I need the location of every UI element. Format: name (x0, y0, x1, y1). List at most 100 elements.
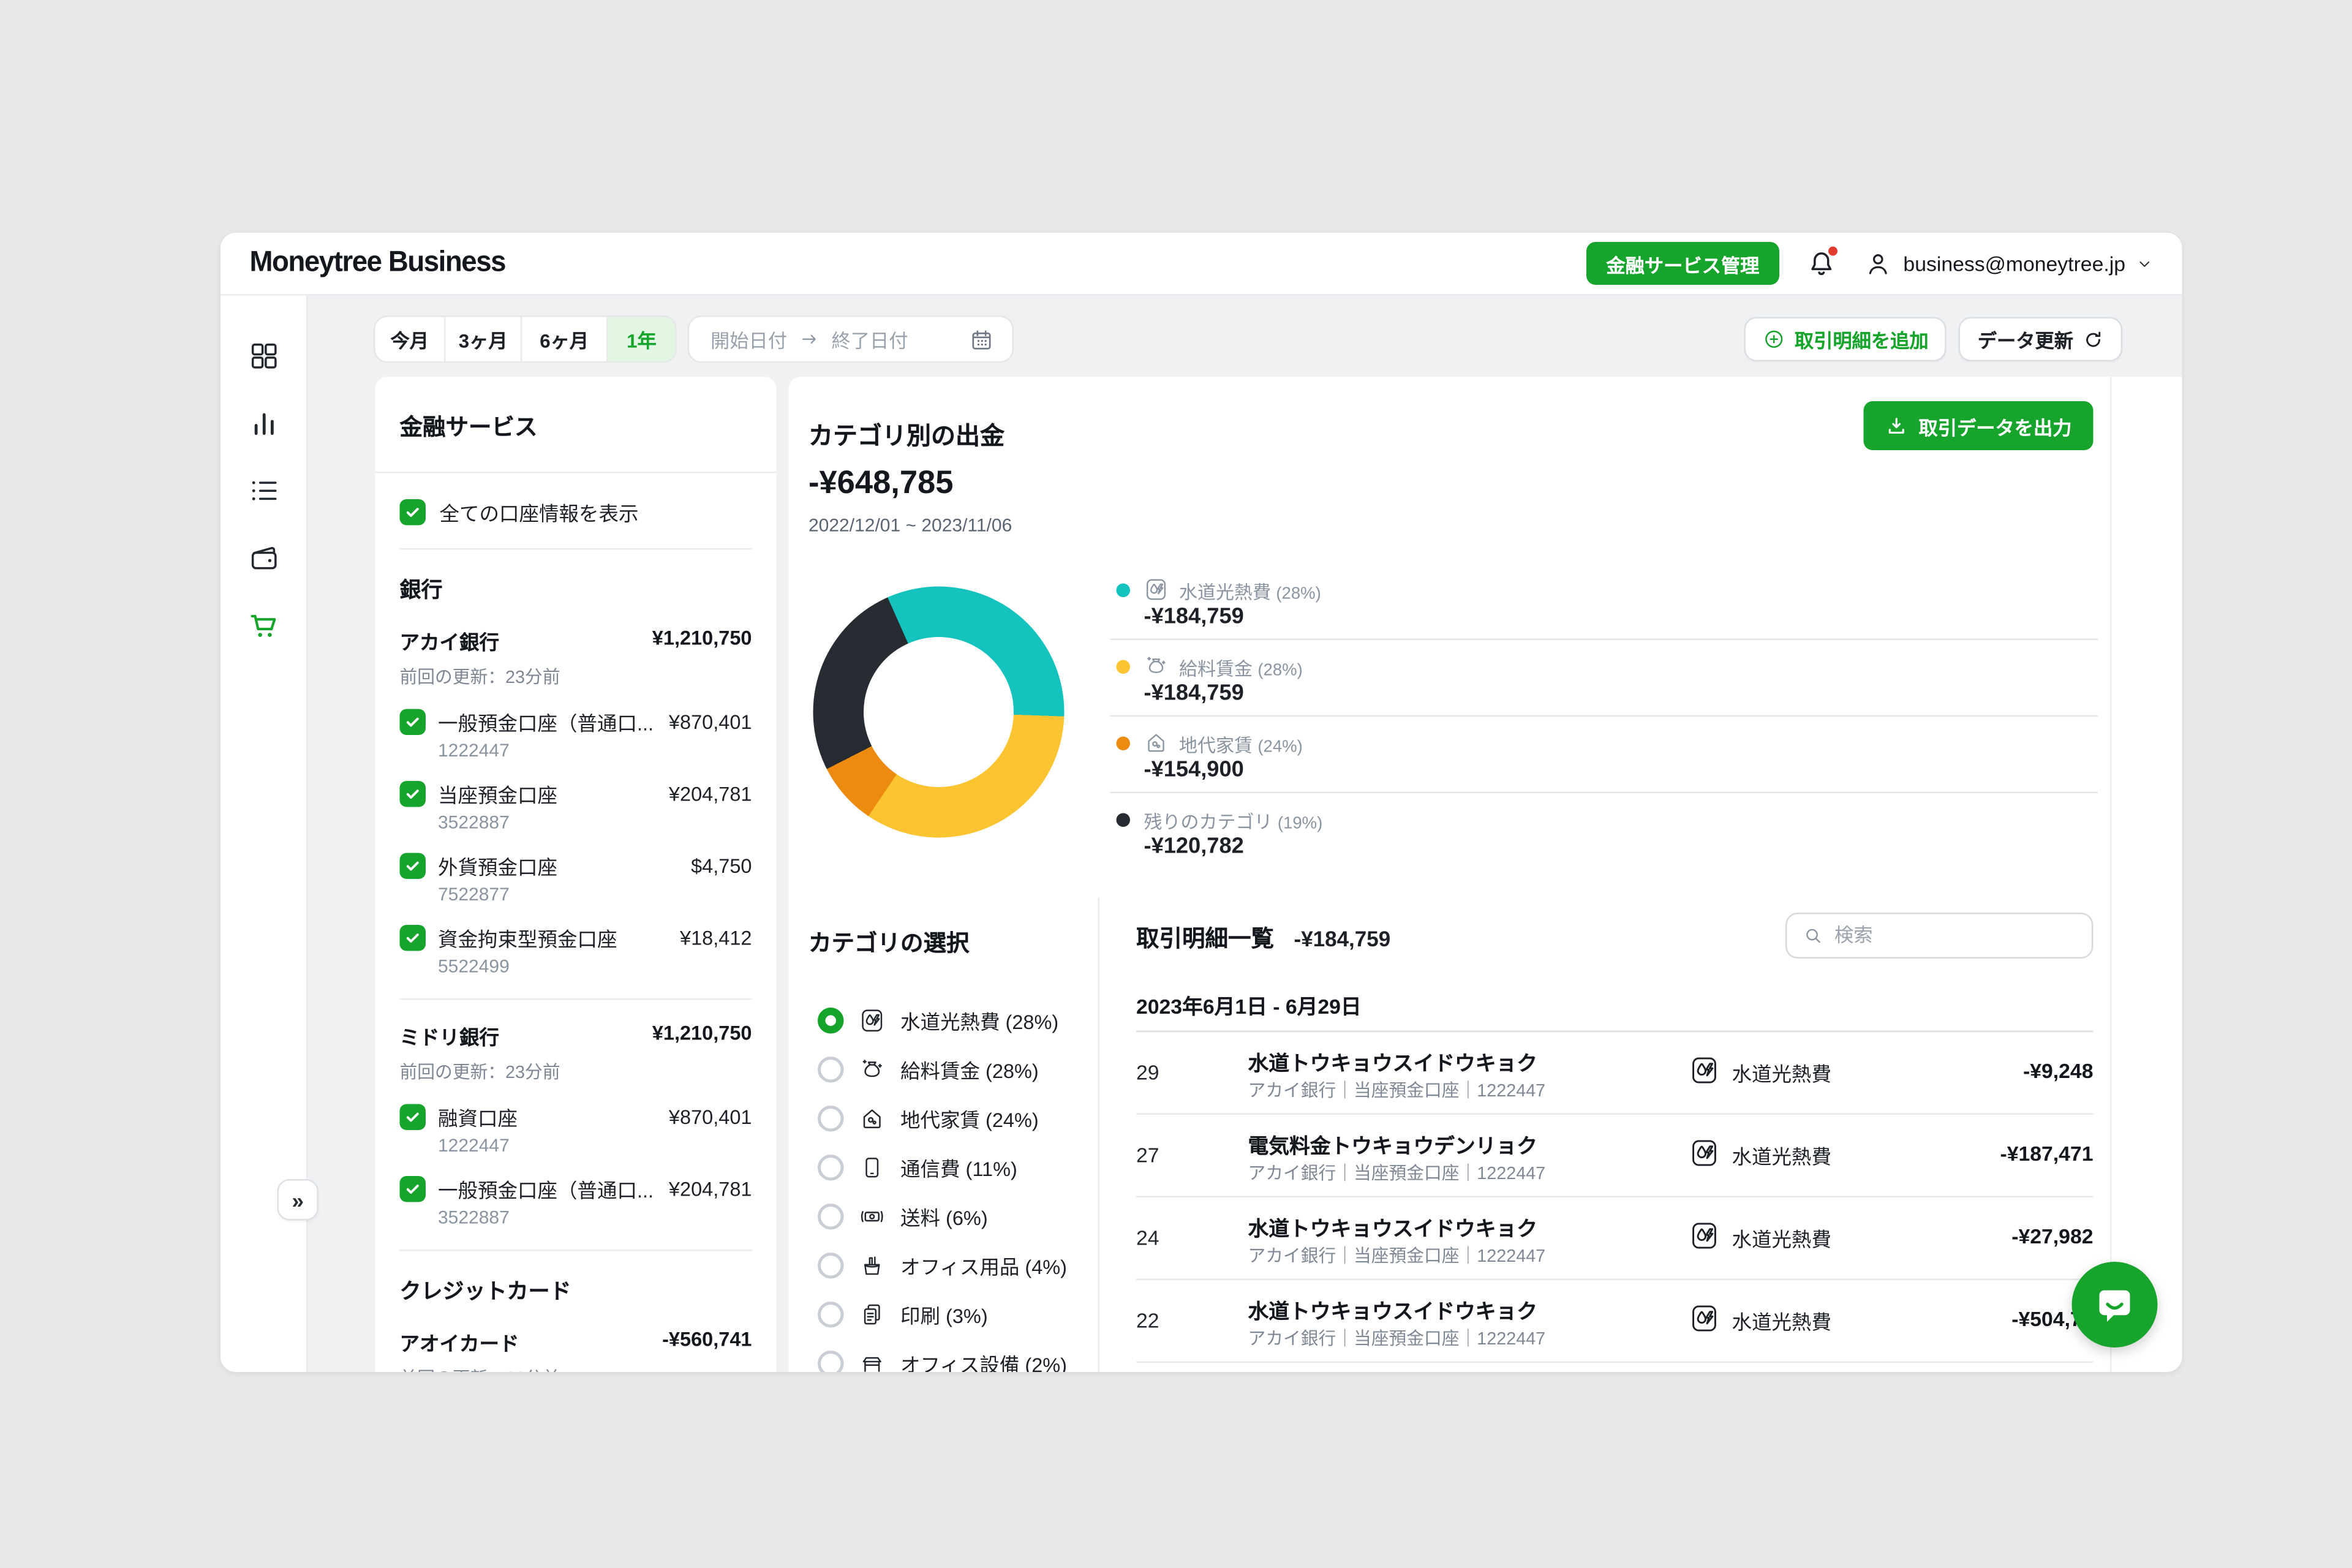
chart-legend: 水道光熱費 (28%) -¥184,759 給料賃金 (28%) -¥184,7… (1110, 564, 2098, 870)
water-energy-icon (1689, 1055, 1720, 1089)
show-all-checkbox[interactable] (400, 499, 426, 526)
export-transactions-button[interactable]: 取引データを出力 (1863, 401, 2093, 450)
office-equipment-icon (859, 1350, 886, 1372)
scrollbar-gutter[interactable] (2110, 377, 2182, 1372)
calendar-icon (970, 327, 994, 352)
legend-dot (1117, 737, 1131, 751)
legend-amount: -¥184,759 (1144, 682, 1244, 706)
notification-dot (1826, 244, 1839, 257)
account-checkbox[interactable] (400, 709, 426, 736)
category-radio[interactable] (818, 1350, 844, 1372)
category-option[interactable]: 地代家賃 (24%) (789, 1093, 1098, 1142)
legend-dot (1117, 660, 1131, 674)
show-all-accounts-row[interactable]: 全ての口座情報を表示 (400, 498, 752, 527)
search-icon (1803, 925, 1824, 946)
search-input[interactable] (1834, 925, 2076, 946)
sidebar-item-list-icon[interactable] (247, 475, 280, 507)
content-area: 今月 3ヶ月 6ヶ月 1年 開始日付 終了日付 取引明細を追加 (308, 296, 2182, 1373)
account-checkbox[interactable] (400, 1176, 426, 1202)
legend-label: 地代家賃 (1179, 735, 1253, 756)
divider (400, 998, 752, 1000)
manage-financial-services-button[interactable]: 金融サービス管理 (1586, 242, 1779, 285)
category-radio[interactable] (818, 1105, 844, 1131)
transaction-search[interactable] (1785, 913, 2094, 959)
account-number: 1222447 (438, 1135, 752, 1156)
category-option[interactable]: 給料賃金 (28%) (789, 1044, 1098, 1093)
filter-bar: 今月 3ヶ月 6ヶ月 1年 開始日付 終了日付 取引明細を追加 (375, 317, 2123, 362)
category-option[interactable]: オフィス用品 (4%) (789, 1240, 1098, 1289)
sidebar-item-dashboard-grid-icon[interactable] (247, 340, 280, 372)
sidebar-expand-button[interactable]: » (277, 1179, 319, 1221)
water-energy-icon (1689, 1221, 1720, 1254)
institution-row: ミドリ銀行¥1,210,750 (400, 1022, 752, 1051)
category-radio-selected[interactable] (818, 1007, 844, 1033)
transaction-row[interactable]: 24 水道トウキョウスイドウキョク アカイ銀行｜当座預金口座｜1222447 水… (1136, 1197, 2094, 1280)
refresh-data-button[interactable]: データ更新 (1959, 317, 2122, 362)
legend-amount: -¥154,900 (1144, 758, 1244, 783)
date-range-input[interactable]: 開始日付 終了日付 (689, 317, 1012, 362)
account-number: 3522887 (438, 1207, 752, 1228)
category-option[interactable]: 送料 (6%) (789, 1191, 1098, 1240)
end-date-placeholder: 終了日付 (832, 325, 908, 354)
account-checkbox[interactable] (400, 925, 426, 951)
sidebar-item-wallet-icon[interactable] (247, 542, 280, 575)
notifications-bell-icon[interactable] (1805, 247, 1838, 280)
category-option[interactable]: 水道光熱費 (28%) (789, 995, 1098, 1044)
chat-widget-button[interactable] (2072, 1262, 2158, 1348)
office-supplies-icon (859, 1252, 886, 1278)
add-transaction-button[interactable]: 取引明細を追加 (1744, 317, 1947, 362)
page: Moneytree Business 金融サービス管理 business@mon… (0, 0, 2352, 1568)
money-bag-icon (859, 1056, 886, 1082)
period-1-year[interactable]: 1年 (608, 317, 676, 362)
category-radio[interactable] (818, 1301, 844, 1327)
sidebar-item-bar-chart-icon[interactable] (247, 407, 280, 440)
period-3-months[interactable]: 3ヶ月 (446, 317, 522, 362)
institution-row: アカイ銀行¥1,210,750 (400, 627, 752, 656)
panel-title: カテゴリ別の出金 (809, 415, 1005, 452)
divider (400, 1250, 752, 1251)
transaction-row[interactable]: 22 水道トウキョウスイドウキョク アカイ銀行｜当座預金口座｜1222447 水… (1136, 1280, 2094, 1363)
account-checkbox[interactable] (400, 1104, 426, 1131)
print-icon (859, 1301, 886, 1327)
total-outflow: -¥648,785 (809, 466, 953, 502)
category-radio[interactable] (818, 1154, 844, 1180)
transaction-source: アカイ銀行｜当座預金口座｜1222447 (1248, 1161, 1546, 1185)
money-bag-icon (1144, 654, 1169, 679)
legend-label: 残りのカテゴリ (1144, 812, 1273, 833)
transaction-row[interactable]: 27 電気料金トウキョウデンリョク アカイ銀行｜当座預金口座｜1222447 水… (1136, 1115, 2094, 1197)
category-option[interactable]: オフィス設備 (2%) (789, 1338, 1098, 1372)
account-number: 5522499 (438, 956, 752, 977)
category-option[interactable]: 印刷 (3%) (789, 1289, 1098, 1338)
category-option[interactable]: 通信費 (11%) (789, 1142, 1098, 1191)
house-icon (1144, 731, 1169, 755)
legend-row: 残りのカテゴリ (19%) -¥120,782 (1110, 793, 2098, 870)
account-menu[interactable]: business@moneytree.jp (1863, 249, 2153, 278)
account-checkbox[interactable] (400, 853, 426, 880)
chevron-down-icon (2136, 255, 2154, 272)
transactions-header: 取引明細一覧 -¥184,759 (1136, 922, 1390, 954)
category-radio[interactable] (818, 1056, 844, 1082)
divider (400, 548, 752, 550)
transaction-row[interactable]: 29 水道トウキョウスイドウキョク アカイ銀行｜当座預金口座｜1222447 水… (1136, 1032, 2094, 1115)
spending-by-category-panel: カテゴリ別の出金 取引データを出力 -¥648,785 2022/12/01 ~… (789, 377, 2182, 1372)
chat-icon (2092, 1282, 2138, 1328)
transaction-day: 29 (1136, 1061, 1159, 1085)
sidebar-item-shopping-cart-icon[interactable] (247, 609, 280, 642)
legend-row: 地代家賃 (24%) -¥154,900 (1110, 717, 2098, 793)
account-checkbox[interactable] (400, 781, 426, 807)
transaction-category: 水道光熱費 (1732, 1057, 1832, 1087)
legend-amount: -¥184,759 (1144, 605, 1244, 630)
institution-updated: 前回の更新：23分前 (400, 1060, 752, 1084)
account-row: 当座預金口座 ¥204,781 (400, 780, 752, 809)
transaction-amount: -¥27,982 (2011, 1225, 2093, 1248)
transaction-day: 22 (1136, 1310, 1159, 1333)
water-energy-icon (859, 1007, 886, 1033)
water-energy-icon (1689, 1138, 1720, 1172)
credit-card-group-heading: クレジットカード (400, 1276, 752, 1306)
donut-hole (864, 637, 1014, 787)
category-radio[interactable] (818, 1252, 844, 1278)
legend-amount: -¥120,782 (1144, 835, 1244, 859)
category-radio[interactable] (818, 1203, 844, 1229)
period-6-months[interactable]: 6ヶ月 (522, 317, 608, 362)
period-this-month[interactable]: 今月 (375, 317, 446, 362)
